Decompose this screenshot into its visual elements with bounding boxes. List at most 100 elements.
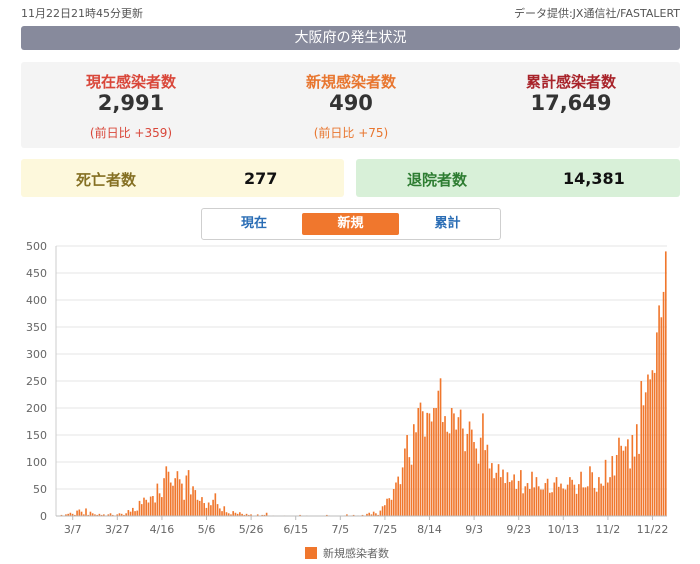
bar (169, 482, 172, 516)
bar (399, 484, 402, 516)
bar (544, 483, 547, 516)
bar (502, 469, 504, 516)
bar (640, 381, 643, 516)
bar (136, 510, 139, 516)
bar (647, 374, 649, 516)
x-tick-label: 7/25 (373, 523, 398, 536)
bar (386, 498, 388, 516)
bar (415, 432, 417, 516)
bar (609, 477, 611, 516)
bar (604, 459, 607, 516)
deaths-value: 277 (244, 169, 278, 188)
bar (167, 471, 170, 516)
bar (194, 490, 197, 516)
bar (526, 483, 529, 516)
bar (497, 464, 500, 516)
bar (662, 291, 665, 516)
bar (161, 497, 163, 516)
chart-grid (55, 245, 667, 517)
bar (430, 421, 433, 516)
bar (622, 450, 625, 516)
bar (644, 392, 647, 516)
bar (185, 475, 188, 516)
top-bar: 11月22日21時45分更新 データ提供:JX通信社/FASTALERT (0, 0, 700, 22)
tab-current[interactable]: 現在 (206, 213, 302, 235)
bar (653, 372, 656, 516)
bar (424, 436, 426, 516)
bar (132, 507, 134, 516)
legend-swatch (305, 547, 317, 559)
bar (441, 422, 444, 516)
bar (613, 475, 616, 516)
bar (140, 504, 143, 516)
bar (508, 481, 511, 516)
bar (531, 471, 533, 516)
y-tick-label: 450 (26, 267, 47, 280)
y-tick-label: 300 (26, 348, 47, 361)
recovered-value: 14,381 (563, 169, 625, 188)
bar (388, 498, 391, 516)
bar (602, 485, 605, 516)
bar (595, 491, 598, 516)
x-tick-label: 10/13 (547, 523, 579, 536)
bar (183, 499, 185, 516)
bar (528, 489, 531, 516)
tab-new[interactable]: 新規 (302, 213, 399, 235)
bar (212, 499, 214, 516)
bar (459, 409, 462, 516)
stat-value: 17,649 (530, 91, 612, 115)
bar (172, 485, 174, 516)
bar (549, 492, 551, 516)
bar (575, 493, 578, 516)
chart-bars (60, 251, 667, 516)
bar (506, 472, 509, 516)
bar (152, 496, 154, 516)
bar (426, 412, 428, 516)
bar (397, 476, 400, 516)
bar (533, 487, 536, 516)
bar (78, 509, 81, 516)
stats-panel: 現在感染者数 2,991 (前日比 +359) 新規感染者数 490 (前日比 … (21, 62, 680, 148)
y-tick-label: 100 (26, 456, 47, 469)
bar (406, 435, 408, 516)
bar (611, 456, 614, 516)
bar (163, 478, 165, 516)
bar (450, 408, 453, 516)
tab-total[interactable]: 累計 (399, 213, 496, 235)
bar (569, 477, 571, 516)
bar (553, 482, 556, 516)
bar (656, 332, 658, 516)
stat-value: 2,991 (97, 91, 165, 115)
bar (618, 437, 620, 516)
bar (484, 450, 486, 516)
bar (658, 305, 660, 516)
bar (466, 433, 469, 516)
bar (470, 429, 473, 516)
bar (181, 483, 183, 516)
update-time: 11月22日21時45分更新 (21, 7, 143, 20)
bar (582, 487, 585, 516)
bar (633, 456, 636, 516)
bar (198, 500, 201, 516)
bar (615, 454, 618, 516)
bar (542, 489, 544, 516)
bar (453, 413, 455, 516)
bar (433, 408, 435, 516)
bar (225, 512, 228, 516)
x-tick-label: 3/27 (105, 523, 130, 536)
bar (187, 470, 190, 516)
y-tick-label: 150 (26, 429, 47, 442)
x-tick-label: 3/7 (64, 523, 82, 536)
x-tick-label: 8/14 (417, 523, 442, 536)
bar (580, 471, 582, 516)
recovered-box: 退院者数 14,381 (356, 159, 680, 197)
bar (439, 378, 442, 516)
bar (642, 405, 645, 516)
bar (457, 417, 460, 516)
bar (495, 472, 498, 516)
bar (428, 413, 431, 516)
bar (477, 463, 480, 516)
bar (562, 488, 565, 516)
bar (390, 499, 393, 516)
bar (76, 510, 78, 516)
